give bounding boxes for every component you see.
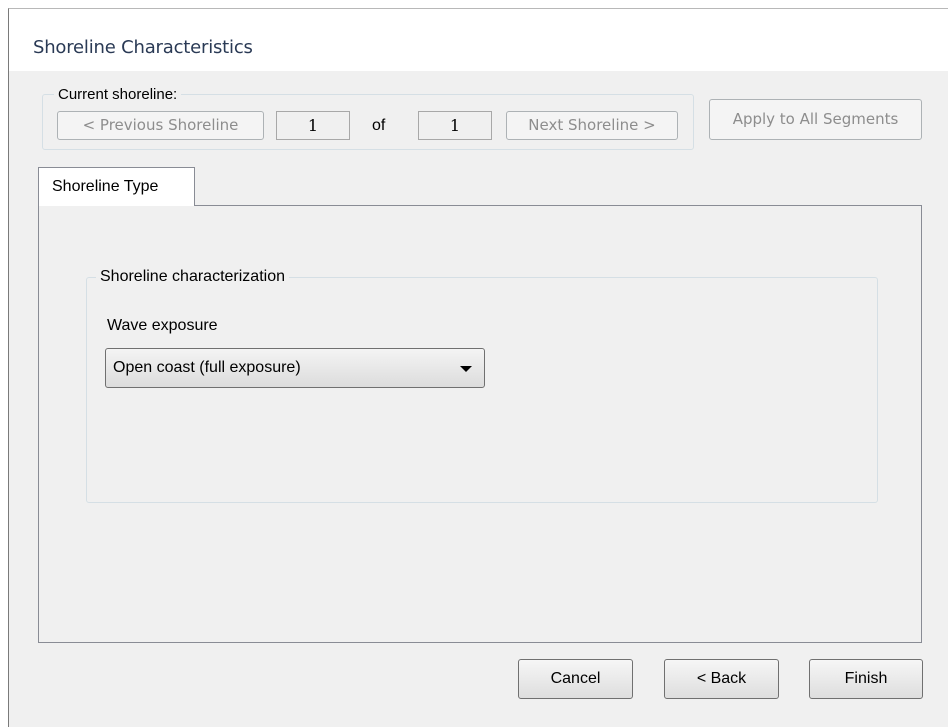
- window-title: Shoreline Characteristics: [33, 37, 253, 58]
- back-button[interactable]: < Back: [664, 659, 779, 699]
- apply-to-all-segments-label: Apply to All Segments: [732, 110, 899, 128]
- of-label: of: [372, 117, 386, 134]
- back-button-label: < Back: [696, 670, 747, 687]
- current-shoreline-index: 1: [276, 111, 350, 140]
- cancel-button[interactable]: Cancel: [518, 659, 633, 699]
- tab-shoreline-type-label: Shoreline Type: [52, 178, 159, 195]
- total-shorelines-count: 1: [418, 111, 492, 140]
- current-shoreline-label: Current shoreline:: [54, 86, 182, 103]
- finish-button[interactable]: Finish: [809, 659, 923, 699]
- previous-shoreline-button[interactable]: < Previous Shoreline: [57, 111, 264, 140]
- shoreline-characterization-label: Shoreline characterization: [96, 268, 289, 286]
- cancel-button-label: Cancel: [550, 670, 601, 687]
- next-shoreline-button[interactable]: Next Shoreline >: [506, 111, 678, 140]
- tab-shoreline-type[interactable]: Shoreline Type: [38, 167, 195, 206]
- shoreline-characterization-group: [86, 277, 878, 503]
- previous-shoreline-label: < Previous Shoreline: [82, 116, 239, 134]
- next-shoreline-label: Next Shoreline >: [528, 116, 656, 134]
- title-bar: Shoreline Characteristics: [9, 9, 948, 71]
- finish-button-label: Finish: [844, 670, 888, 687]
- apply-to-all-segments-button[interactable]: Apply to All Segments: [709, 99, 922, 140]
- wave-exposure-label: Wave exposure: [107, 317, 218, 334]
- chevron-down-icon: [460, 366, 472, 372]
- wave-exposure-dropdown[interactable]: Open coast (full exposure): [105, 348, 485, 388]
- wave-exposure-value: Open coast (full exposure): [113, 359, 301, 376]
